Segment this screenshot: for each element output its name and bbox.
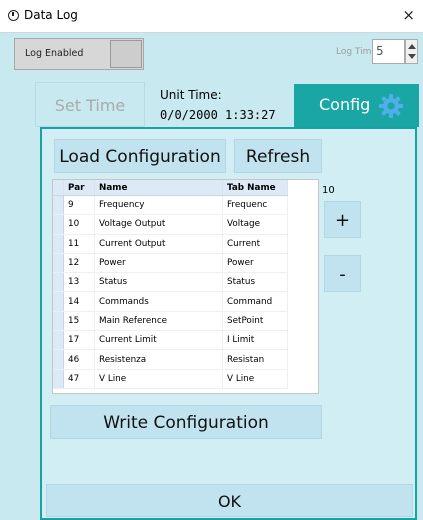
row-selector[interactable] [53, 330, 64, 351]
cell-par[interactable]: 14 [63, 291, 95, 312]
cell-par[interactable]: 10 [63, 214, 95, 235]
cell-par[interactable]: 11 [63, 234, 95, 254]
table-row[interactable]: 14 Commands Command [53, 291, 288, 312]
cell-par[interactable]: 13 [63, 272, 95, 293]
row-selector[interactable] [53, 214, 64, 235]
unit-time-value: 0/0/2000 1:33:27 [160, 108, 276, 122]
table-row[interactable]: 17 Current Limit I Limit [53, 330, 288, 351]
cell-name[interactable]: Power [94, 253, 223, 274]
cell-name[interactable]: V Line [94, 369, 223, 389]
ok-button[interactable]: OK [46, 484, 413, 517]
cell-name[interactable]: Status [94, 272, 223, 293]
remove-parameter-button[interactable]: - [324, 255, 361, 292]
table-header-row: Par Name Tab Name [53, 180, 288, 196]
row-selector[interactable] [53, 253, 64, 274]
cell-par[interactable]: 15 [63, 311, 95, 332]
window-title: Data Log [24, 8, 78, 22]
spin-up-icon[interactable] [408, 44, 416, 49]
cell-name[interactable]: Current Limit [94, 330, 223, 351]
log-enabled-checkbox[interactable] [110, 40, 142, 68]
spin-down-icon[interactable] [408, 54, 416, 59]
table-row[interactable]: 15 Main Reference SetPoint [53, 311, 288, 332]
row-selector-header [53, 180, 64, 196]
cell-tab-name[interactable]: I Limit [222, 330, 288, 351]
gear-icon [379, 94, 403, 118]
data-log-window: Data Log × Log Enabled Log Time 5 Set Ti… [0, 0, 423, 520]
row-selector[interactable] [53, 272, 64, 293]
table-row[interactable]: 10 Voltage Output Voltage [53, 214, 288, 235]
write-configuration-button[interactable]: Write Configuration [50, 405, 322, 439]
parameter-count: 10 [322, 185, 335, 196]
cell-tab-name[interactable]: Current [222, 234, 288, 254]
cell-tab-name[interactable]: Voltage [222, 214, 288, 235]
table-row[interactable]: 11 Current Output Current [53, 234, 288, 254]
row-selector[interactable] [53, 195, 64, 216]
unit-time-label: Unit Time: [160, 88, 222, 102]
cell-name[interactable]: Current Output [94, 234, 223, 254]
cell-par[interactable]: 9 [63, 195, 95, 216]
cell-tab-name[interactable]: Frequenc [222, 195, 288, 216]
cell-name[interactable]: Commands [94, 291, 223, 312]
cell-par[interactable]: 47 [63, 369, 95, 389]
log-time-input[interactable]: 5 [372, 39, 405, 64]
row-selector[interactable] [53, 311, 64, 332]
cell-par[interactable]: 17 [63, 330, 95, 351]
cell-tab-name[interactable]: SetPoint [222, 311, 288, 332]
log-enabled-label: Log Enabled [25, 48, 84, 59]
cell-tab-name[interactable]: Status [222, 272, 288, 293]
log-enabled-toggle[interactable]: Log Enabled [14, 38, 144, 70]
parameter-grid: Par Name Tab Name 9 Frequency Frequenc 10 Vo… [53, 180, 288, 389]
cell-name[interactable]: Main Reference [94, 311, 223, 332]
cell-tab-name[interactable]: V Line [222, 369, 288, 389]
row-selector[interactable] [53, 369, 64, 389]
set-time-button[interactable]: Set Time [35, 82, 145, 127]
cell-tab-name[interactable]: Resistan [222, 349, 288, 370]
config-button[interactable]: Config [294, 84, 419, 127]
title-bar: Data Log × [0, 0, 423, 33]
row-selector[interactable] [53, 349, 64, 370]
log-time-label: Log Time [336, 47, 377, 57]
log-time-spinner[interactable] [405, 39, 418, 64]
app-icon [8, 10, 19, 21]
parameter-table[interactable]: Par Name Tab Name 9 Frequency Frequenc 10 Vo… [52, 179, 319, 394]
row-selector[interactable] [53, 291, 64, 312]
table-row[interactable]: 13 Status Status [53, 272, 288, 293]
config-label: Config [319, 95, 371, 114]
table-row[interactable]: 46 Resistenza Resistan [53, 349, 288, 370]
table-row[interactable]: 9 Frequency Frequenc [53, 195, 288, 216]
load-configuration-button[interactable]: Load Configuration [54, 139, 226, 173]
cell-par[interactable]: 46 [63, 349, 95, 370]
configuration-dialog: Load Configuration Refresh Par Name Tab … [40, 127, 417, 520]
column-header-name[interactable]: Name [94, 180, 223, 196]
cell-name[interactable]: Voltage Output [94, 214, 223, 235]
table-row[interactable]: 47 V Line V Line [53, 369, 288, 389]
cell-par[interactable]: 12 [63, 253, 95, 274]
refresh-button[interactable]: Refresh [234, 139, 322, 173]
cell-name[interactable]: Frequency [94, 195, 223, 216]
close-icon[interactable]: × [402, 6, 415, 24]
column-header-tab-name[interactable]: Tab Name [222, 180, 288, 196]
cell-name[interactable]: Resistenza [94, 349, 223, 370]
column-header-par[interactable]: Par [63, 180, 95, 196]
cell-tab-name[interactable]: Power [222, 253, 288, 274]
table-row[interactable]: 12 Power Power [53, 253, 288, 274]
row-selector[interactable] [53, 234, 64, 254]
add-parameter-button[interactable]: + [324, 201, 361, 238]
cell-tab-name[interactable]: Command [222, 291, 288, 312]
